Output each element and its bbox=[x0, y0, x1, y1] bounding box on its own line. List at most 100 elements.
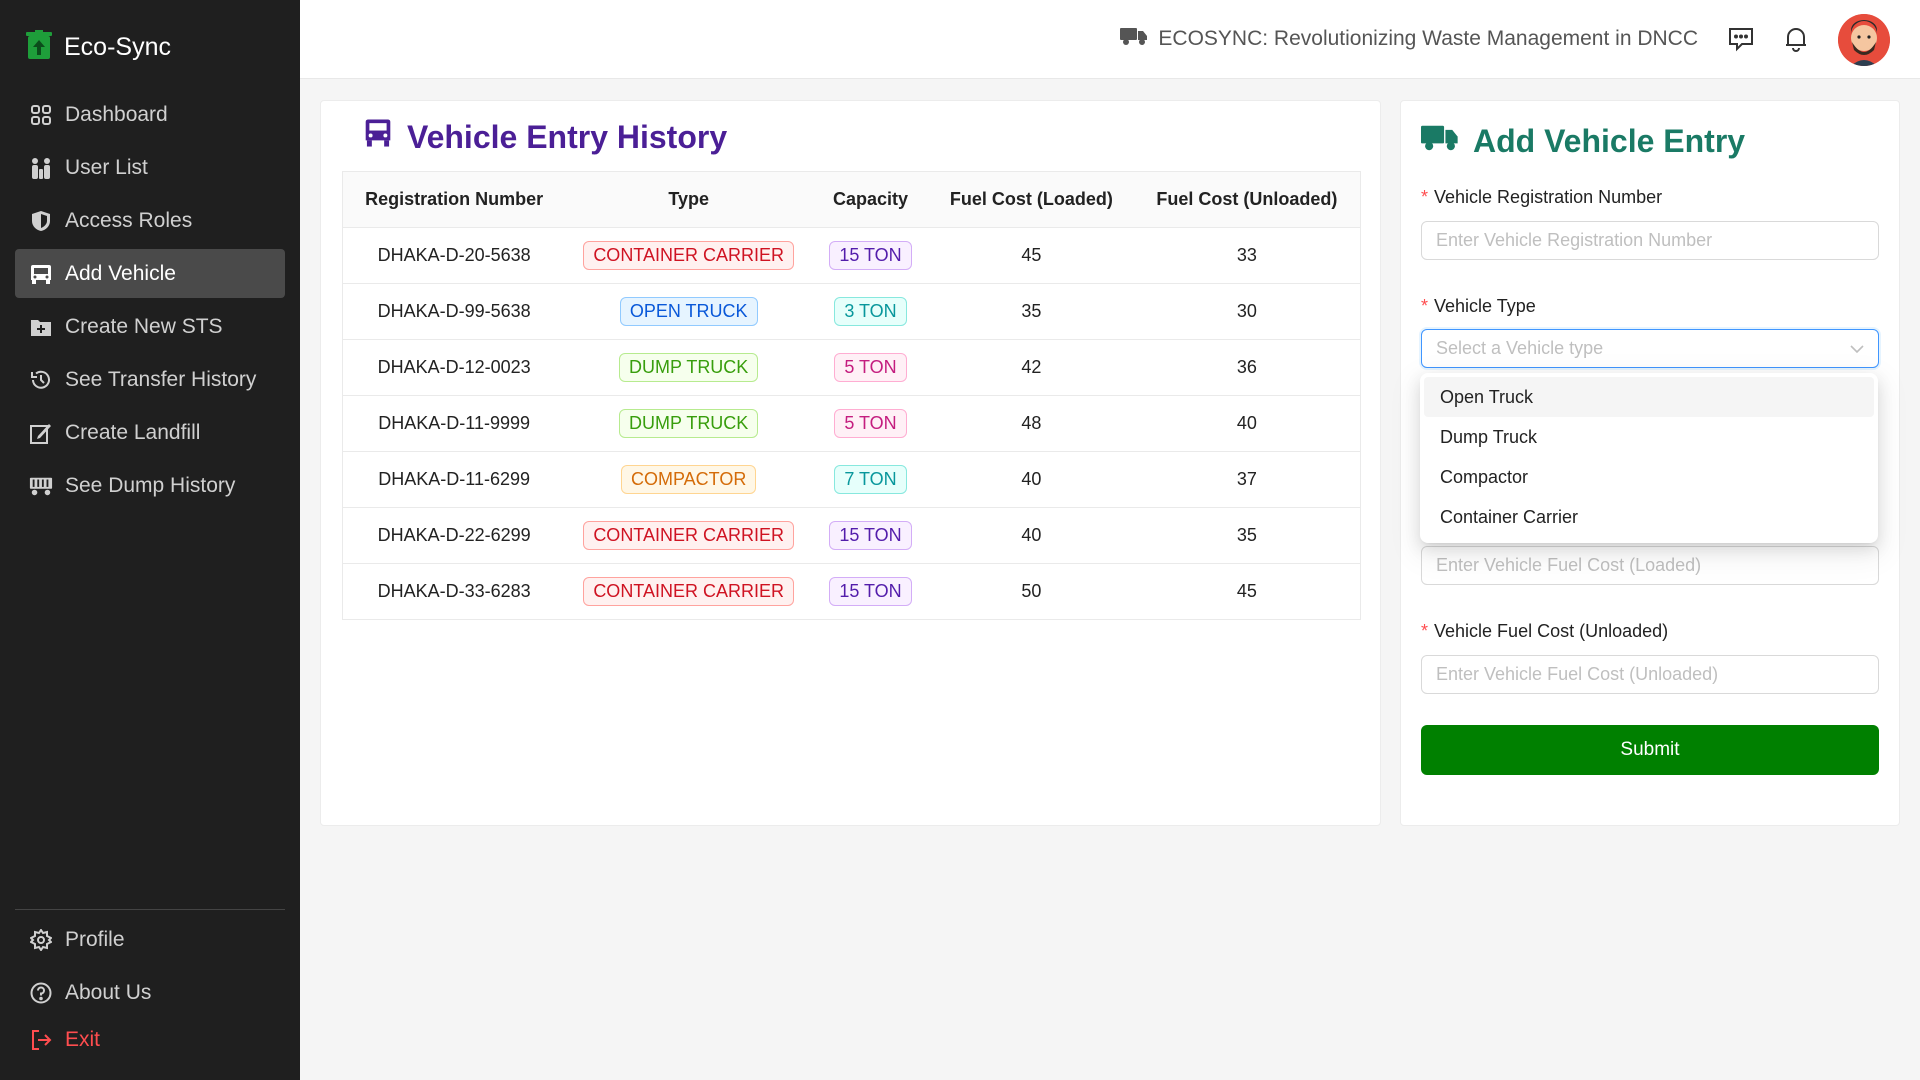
edit-icon bbox=[29, 421, 53, 445]
sidebar-item-exit[interactable]: Exit bbox=[15, 1015, 285, 1064]
sidebar-item-add-vehicle[interactable]: Add Vehicle bbox=[15, 249, 285, 298]
table-row: DHAKA-D-99-5638 OPEN TRUCK 3 TON 35 30 bbox=[342, 283, 1361, 340]
dropdown-option-compactor[interactable]: Compactor bbox=[1424, 457, 1874, 497]
history-icon bbox=[29, 368, 53, 392]
shield-icon bbox=[29, 209, 53, 233]
fuel-unloaded-cell: 45 bbox=[1133, 563, 1361, 620]
vehicle-type-tag: CONTAINER CARRIER bbox=[583, 521, 794, 550]
sidebar-item-label: Add Vehicle bbox=[65, 261, 176, 285]
reg-number-cell: DHAKA-D-11-6299 bbox=[342, 451, 566, 508]
sidebar-item-label: Dashboard bbox=[65, 102, 168, 126]
fuel-unloaded-cell: 36 bbox=[1133, 339, 1361, 396]
capacity-tag: 7 TON bbox=[834, 465, 907, 494]
fuel-cost-unloaded-input[interactable] bbox=[1421, 655, 1879, 694]
fuel-loaded-cell: 50 bbox=[928, 563, 1134, 620]
history-title-text: Vehicle Entry History bbox=[407, 118, 728, 155]
bus-icon bbox=[363, 117, 393, 157]
vehicle-type-tag: DUMP TRUCK bbox=[618, 353, 759, 382]
table-row: DHAKA-D-20-5638 CONTAINER CARRIER 15 TON 45… bbox=[342, 227, 1361, 284]
sidebar-item-label: About Us bbox=[65, 980, 152, 1004]
sidebar-item-create-landfill[interactable]: Create Landfill bbox=[15, 408, 285, 457]
capacity-tag: 15 TON bbox=[829, 577, 912, 606]
top-header: ECOSYNC: Revolutionizing Waste Managemen… bbox=[300, 0, 1920, 79]
type-cell: DUMP TRUCK bbox=[565, 395, 813, 452]
dropdown-option-dump-truck[interactable]: Dump Truck bbox=[1424, 417, 1874, 457]
column-header[interactable]: Fuel Cost (Unloaded) bbox=[1133, 171, 1361, 228]
sidebar-item-label: Create New STS bbox=[65, 314, 223, 338]
required-mark: * bbox=[1421, 296, 1429, 316]
vehicle-type-label-text: Vehicle Type bbox=[1434, 296, 1536, 316]
table-row: DHAKA-D-12-0023 DUMP TRUCK 5 TON 42 36 bbox=[342, 339, 1361, 396]
chevron-down-icon bbox=[1850, 338, 1864, 359]
message-icon[interactable] bbox=[1726, 24, 1756, 54]
fuel-unloaded-cell: 40 bbox=[1133, 395, 1361, 452]
fuel-cost-unloaded-label: * Vehicle Fuel Cost (Unloaded) bbox=[1421, 621, 1668, 642]
column-header[interactable]: Fuel Cost (Loaded) bbox=[928, 171, 1134, 228]
sidebar-item-see-dump-history[interactable]: See Dump History bbox=[15, 461, 285, 510]
reg-number-cell: DHAKA-D-12-0023 bbox=[342, 339, 566, 396]
sidebar-item-create-new-sts[interactable]: Create New STS bbox=[15, 302, 285, 351]
sidebar-item-user-list[interactable]: User List bbox=[15, 143, 285, 192]
brand[interactable]: Eco-Sync bbox=[26, 30, 171, 65]
dashboard-icon bbox=[29, 103, 53, 127]
fuel-unloaded-cell: 30 bbox=[1133, 283, 1361, 340]
sidebar-item-label: Create Landfill bbox=[65, 420, 201, 444]
vehicle-type-select[interactable]: Select a Vehicle type bbox=[1421, 329, 1879, 368]
type-cell: CONTAINER CARRIER bbox=[565, 563, 813, 620]
submit-button[interactable]: Submit bbox=[1421, 725, 1879, 775]
history-title: Vehicle Entry History bbox=[363, 117, 727, 157]
sidebar-item-label: See Transfer History bbox=[65, 367, 257, 391]
table-row: DHAKA-D-33-6283 CONTAINER CARRIER 15 TON 50… bbox=[342, 563, 1361, 620]
sidebar-item-label: Exit bbox=[65, 1027, 101, 1051]
reg-number-cell: DHAKA-D-22-6299 bbox=[342, 507, 566, 564]
capacity-cell: 5 TON bbox=[812, 339, 929, 396]
reg-number-input[interactable] bbox=[1421, 221, 1879, 260]
capacity-cell: 5 TON bbox=[812, 395, 929, 452]
vehicle-type-tag: OPEN TRUCK bbox=[619, 297, 758, 326]
fuel-cost-unloaded-label-text: Vehicle Fuel Cost (Unloaded) bbox=[1434, 621, 1669, 641]
column-header[interactable]: Type bbox=[565, 171, 813, 228]
logout-icon bbox=[29, 1028, 53, 1052]
type-cell: CONTAINER CARRIER bbox=[565, 227, 813, 284]
column-header[interactable]: Capacity bbox=[812, 171, 929, 228]
header-title: ECOSYNC: Revolutionizing Waste Managemen… bbox=[1120, 26, 1698, 52]
fuel-cost-loaded-input[interactable] bbox=[1421, 546, 1879, 585]
vehicle-type-tag: CONTAINER CARRIER bbox=[583, 241, 794, 270]
fuel-unloaded-cell: 37 bbox=[1133, 451, 1361, 508]
table-row: DHAKA-D-22-6299 CONTAINER CARRIER 15 TON 40… bbox=[342, 507, 1361, 564]
capacity-cell: 3 TON bbox=[812, 283, 929, 340]
sidebar-item-label: Access Roles bbox=[65, 208, 193, 232]
capacity-cell: 15 TON bbox=[812, 227, 929, 284]
folder-add-icon bbox=[29, 315, 53, 339]
sidebar-item-profile[interactable]: Profile bbox=[15, 915, 285, 964]
users-icon bbox=[29, 156, 53, 180]
reg-number-cell: DHAKA-D-99-5638 bbox=[342, 283, 566, 340]
capacity-tag: 3 TON bbox=[834, 297, 907, 326]
sidebar-item-label: See Dump History bbox=[65, 473, 236, 497]
vehicle-type-label: * Vehicle Type bbox=[1421, 296, 1536, 317]
column-header[interactable]: Registration Number bbox=[342, 171, 566, 228]
required-mark: * bbox=[1421, 621, 1429, 641]
brand-name: Eco-Sync bbox=[64, 33, 171, 61]
fuel-unloaded-cell: 33 bbox=[1133, 227, 1361, 284]
dropdown-option-container-carrier[interactable]: Container Carrier bbox=[1424, 497, 1874, 537]
vehicle-type-placeholder: Select a Vehicle type bbox=[1436, 338, 1604, 358]
header-title-text: ECOSYNC: Revolutionizing Waste Managemen… bbox=[1158, 27, 1698, 50]
capacity-tag: 5 TON bbox=[834, 353, 907, 382]
sidebar-item-label: User List bbox=[65, 155, 148, 179]
sidebar-item-about-us[interactable]: About Us bbox=[15, 968, 285, 1017]
reg-number-cell: DHAKA-D-20-5638 bbox=[342, 227, 566, 284]
reg-number-cell: DHAKA-D-11-9999 bbox=[342, 395, 566, 452]
dropdown-option-open-truck[interactable]: Open Truck bbox=[1424, 377, 1874, 417]
sidebar-item-see-transfer-history[interactable]: See Transfer History bbox=[15, 355, 285, 404]
reg-number-label: * Vehicle Registration Number bbox=[1421, 187, 1662, 208]
question-icon bbox=[29, 981, 53, 1005]
truck-icon bbox=[1421, 123, 1459, 160]
sidebar-item-dashboard[interactable]: Dashboard bbox=[15, 90, 285, 139]
bell-icon[interactable] bbox=[1781, 24, 1811, 54]
sidebar-item-access-roles[interactable]: Access Roles bbox=[15, 196, 285, 245]
capacity-cell: 15 TON bbox=[812, 563, 929, 620]
avatar[interactable] bbox=[1838, 14, 1890, 66]
fuel-loaded-cell: 40 bbox=[928, 451, 1134, 508]
type-cell: DUMP TRUCK bbox=[565, 339, 813, 396]
